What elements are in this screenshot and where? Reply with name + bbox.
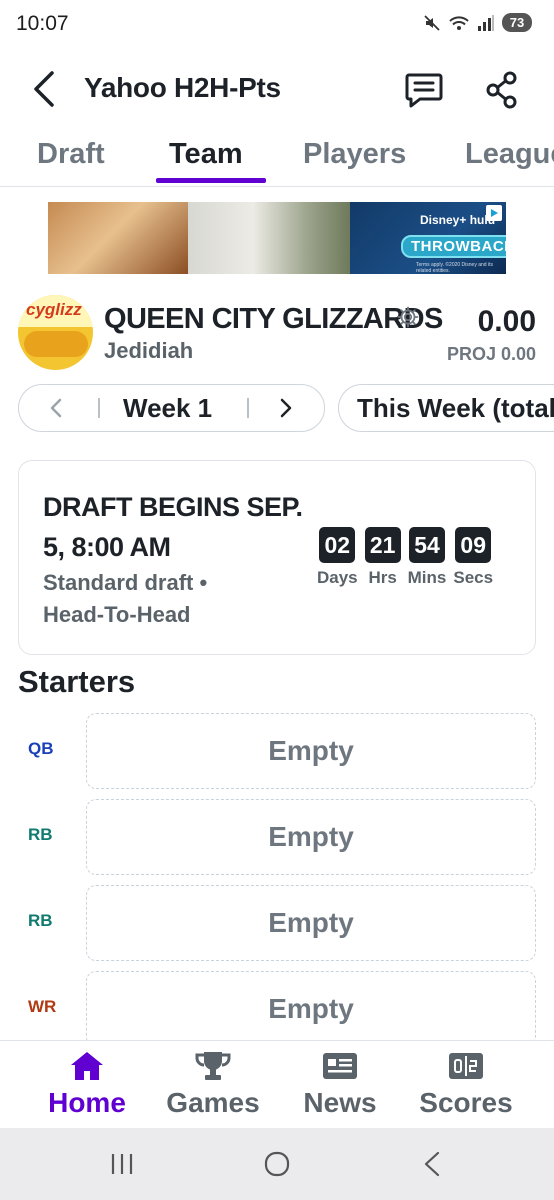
ad-image-left — [48, 202, 188, 274]
team-settings-button[interactable] — [396, 305, 420, 329]
back-button[interactable] — [24, 68, 64, 110]
countdown-seconds: 09 Secs — [453, 527, 493, 588]
roster-row: WR Empty — [0, 971, 554, 1047]
trophy-icon — [193, 1049, 233, 1083]
countdown-hours: 21 Hrs — [364, 527, 401, 588]
tab-draft[interactable]: Draft — [37, 138, 105, 171]
countdown-timer: 02 Days 21 Hrs 54 Mins 09 Secs — [317, 527, 493, 588]
roster-row: QB Empty — [0, 713, 554, 789]
app-header: Yahoo H2H-Pts — [0, 58, 554, 122]
home-icon — [67, 1049, 107, 1083]
countdown-value: 09 — [455, 527, 492, 563]
ad-image-middle — [188, 202, 350, 274]
chevron-right-icon — [280, 398, 292, 418]
nav-scores[interactable]: Scores — [401, 1045, 531, 1125]
draft-subtitle: Standard draft • Head-To-Head — [43, 570, 208, 627]
countdown-label: Mins — [407, 568, 447, 587]
status-bar: 10:07 73 — [0, 0, 554, 52]
divider — [98, 398, 100, 418]
nav-label: Home — [48, 1087, 126, 1118]
draft-title: DRAFT BEGINS SEP. 5, 8:00 AM — [43, 492, 303, 562]
ad-brand: Disney+ hulu — [420, 213, 496, 227]
home-system-button[interactable] — [255, 1146, 299, 1182]
previous-week-button[interactable] — [45, 396, 69, 420]
countdown-label: Secs — [453, 568, 494, 587]
tab-bar: Draft Team Players League — [0, 132, 554, 187]
signal-icon — [478, 14, 494, 31]
roster-row: RB Empty — [0, 799, 554, 875]
manager-name: Jedidiah — [104, 338, 194, 363]
ad-fine-print: Terms apply. ©2020 Disney and its relate… — [416, 262, 493, 274]
countdown-days: 02 Days — [317, 527, 358, 588]
position-label: QB — [28, 739, 54, 758]
team-score: 0.00 — [477, 305, 536, 338]
page-title: Yahoo H2H-Pts — [84, 72, 281, 103]
avatar-text: cyglizz — [26, 300, 82, 319]
position-label: RB — [28, 911, 53, 930]
divider — [247, 398, 249, 418]
week-label[interactable]: Week 1 — [123, 393, 212, 424]
ad-headline: THROWBACKS — [401, 235, 506, 258]
slot-player: Empty — [268, 907, 354, 938]
gear-icon — [397, 306, 419, 328]
draft-countdown-card[interactable]: DRAFT BEGINS SEP. 5, 8:00 AM Standard dr… — [18, 460, 536, 655]
tab-team[interactable]: Team — [169, 138, 243, 171]
system-nav-bar — [0, 1128, 554, 1200]
team-name: QUEEN CITY GLIZZARDS — [104, 303, 443, 335]
system-back-icon — [424, 1151, 440, 1177]
nav-home[interactable]: Home — [22, 1045, 152, 1125]
status-time: 10:07 — [16, 12, 69, 35]
news-icon — [320, 1049, 360, 1083]
position-label: WR — [28, 997, 57, 1016]
back-arrow-icon — [34, 71, 54, 107]
countdown-value: 54 — [409, 527, 445, 563]
status-icons: 73 — [423, 13, 532, 32]
chevron-left-icon — [50, 398, 62, 418]
tab-players[interactable]: Players — [303, 138, 406, 171]
team-avatar[interactable]: cyglizz — [18, 295, 93, 370]
slot-player: Empty — [268, 821, 354, 852]
bottom-nav: Home Games News Scores — [0, 1040, 554, 1128]
scoreboard-icon — [446, 1049, 486, 1083]
recent-apps-button[interactable] — [100, 1146, 144, 1182]
active-tab-indicator — [156, 178, 266, 183]
chat-icon — [405, 73, 443, 108]
countdown-label: Days — [317, 568, 358, 587]
roster-row: RB Empty — [0, 885, 554, 961]
mute-icon — [424, 14, 440, 31]
slot-player: Empty — [268, 993, 354, 1024]
battery-icon: 73 — [502, 13, 532, 32]
starters-heading: Starters — [18, 664, 136, 699]
projected-score: PROJ 0.00 — [446, 344, 536, 364]
position-label: RB — [28, 825, 53, 844]
nav-label: News — [303, 1087, 377, 1118]
next-week-button[interactable] — [273, 396, 297, 420]
countdown-minutes: 54 Mins — [407, 527, 447, 588]
tab-league[interactable]: League — [465, 138, 554, 171]
empty-roster-slot[interactable]: Empty — [86, 713, 536, 789]
countdown-label: Hrs — [368, 568, 397, 587]
week-selector: Week 1 — [18, 384, 325, 432]
recent-apps-icon — [111, 1154, 133, 1174]
stat-range-selector[interactable]: This Week (total) — [338, 384, 554, 432]
ad-banner[interactable]: Disney+ hulu THROWBACKS Terms apply. ©20… — [48, 202, 506, 274]
nav-label: Scores — [419, 1087, 513, 1118]
stat-range-label: This Week (total) — [357, 393, 554, 423]
circle-home-icon — [264, 1151, 290, 1177]
nav-label: Games — [166, 1087, 260, 1118]
countdown-value: 02 — [319, 527, 356, 563]
empty-roster-slot[interactable]: Empty — [86, 799, 536, 875]
countdown-value: 21 — [364, 527, 401, 563]
empty-roster-slot[interactable]: Empty — [86, 885, 536, 961]
system-back-button[interactable] — [410, 1146, 454, 1182]
ad-choices-icon[interactable] — [486, 205, 502, 221]
nav-games[interactable]: Games — [148, 1045, 278, 1125]
slot-player: Empty — [268, 735, 354, 766]
empty-roster-slot[interactable]: Empty — [86, 971, 536, 1047]
nav-news[interactable]: News — [275, 1045, 405, 1125]
wifi-icon — [449, 15, 469, 30]
chat-button[interactable] — [400, 68, 448, 112]
share-icon — [486, 71, 517, 109]
share-button[interactable] — [478, 68, 526, 112]
